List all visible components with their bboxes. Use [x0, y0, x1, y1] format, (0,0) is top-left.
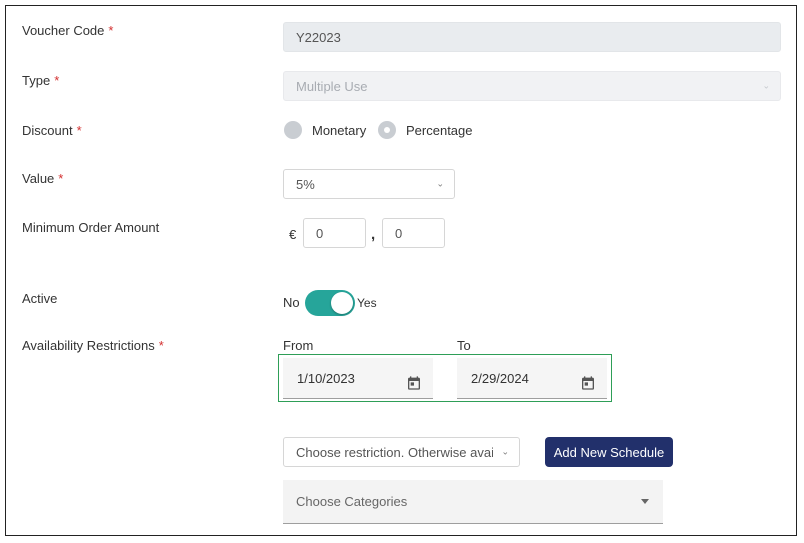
active-toggle[interactable] — [305, 290, 355, 316]
categories-select[interactable]: Choose Categories — [283, 480, 663, 524]
categories-placeholder: Choose Categories — [296, 494, 408, 509]
type-label: Type * — [22, 73, 60, 88]
caret-down-icon — [641, 499, 649, 504]
from-date-value: 1/10/2023 — [297, 370, 355, 386]
toggle-knob — [331, 292, 353, 314]
chevron-down-icon: ⌄ — [501, 446, 509, 457]
to-label: To — [457, 338, 471, 353]
minimum-order-whole-input[interactable]: 0 — [303, 218, 366, 248]
minimum-order-cents-input[interactable]: 0 — [382, 218, 445, 248]
calendar-icon[interactable] — [406, 375, 422, 391]
discount-percentage-radio[interactable] — [378, 121, 396, 139]
minimum-order-whole-value: 0 — [316, 225, 324, 241]
to-date-value: 2/29/2024 — [471, 370, 529, 386]
chevron-down-icon: ⌄ — [436, 178, 444, 189]
type-select: Multiple Use ⌄ — [283, 71, 781, 101]
restriction-placeholder: Choose restriction. Otherwise avail — [296, 444, 493, 460]
voucher-code-label: Voucher Code * — [22, 23, 114, 38]
discount-label: Discount * — [22, 123, 82, 138]
add-new-schedule-button[interactable]: Add New Schedule — [545, 437, 673, 467]
active-off-label: No — [283, 295, 300, 310]
active-on-label: Yes — [357, 296, 377, 310]
value-label: Value * — [22, 171, 64, 186]
discount-monetary-radio[interactable] — [284, 121, 302, 139]
currency-symbol: € — [289, 227, 297, 242]
restriction-select[interactable]: Choose restriction. Otherwise avail ⌄ — [283, 437, 520, 467]
decimal-separator: , — [371, 226, 376, 243]
voucher-code-value: Y22023 — [296, 29, 341, 45]
active-label: Active — [22, 291, 58, 306]
minimum-order-label: Minimum Order Amount — [22, 220, 160, 235]
availability-label: Availability Restrictions * — [22, 338, 164, 353]
value-select[interactable]: 5% ⌄ — [283, 169, 455, 199]
chevron-down-icon: ⌄ — [762, 80, 770, 91]
from-label: From — [283, 338, 314, 353]
voucher-code-field: Y22023 — [283, 22, 781, 52]
minimum-order-cents-value: 0 — [395, 225, 403, 241]
type-value: Multiple Use — [296, 78, 368, 94]
discount-percentage-label[interactable]: Percentage — [406, 123, 473, 138]
discount-monetary-label[interactable]: Monetary — [312, 123, 366, 138]
calendar-icon[interactable] — [580, 375, 596, 391]
value-selected: 5% — [296, 176, 315, 192]
